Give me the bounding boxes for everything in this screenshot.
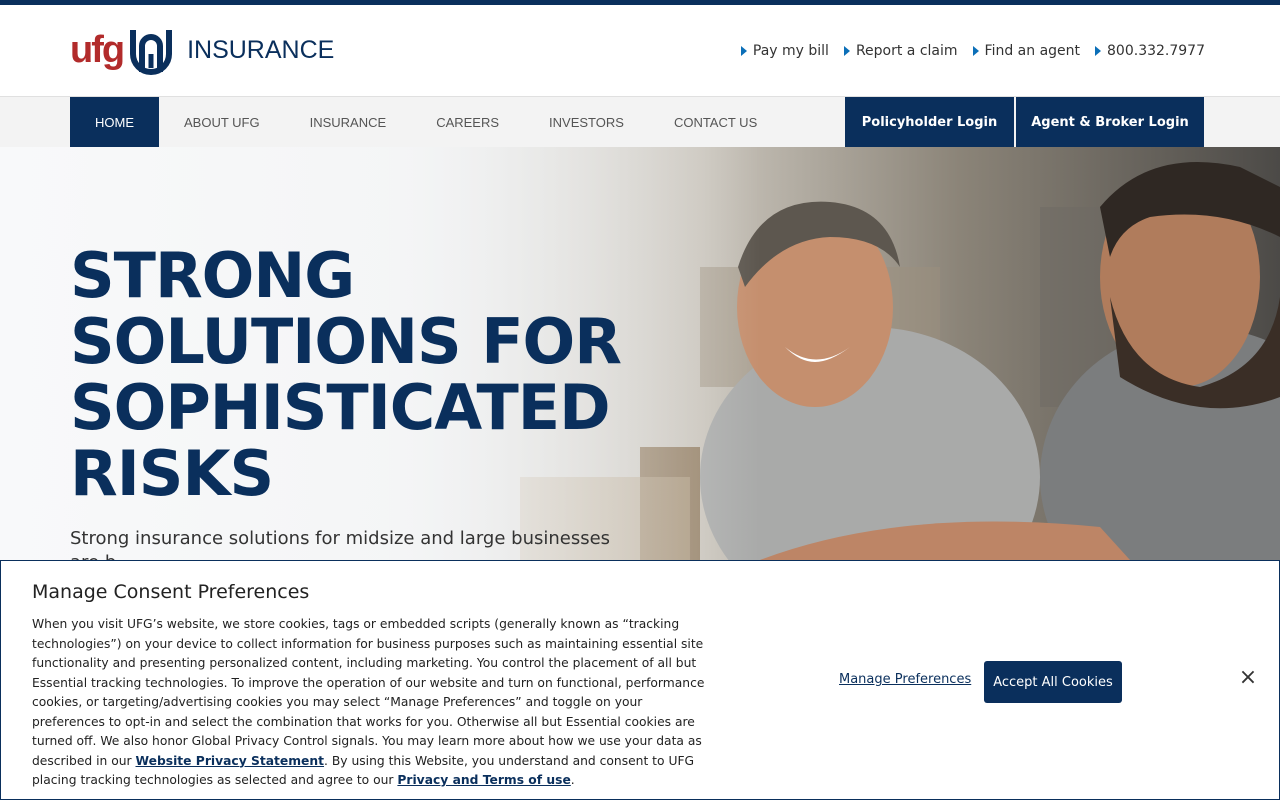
manage-preferences-link[interactable]: Manage Preferences <box>839 672 971 687</box>
pay-bill-link[interactable]: Pay my bill <box>740 43 829 59</box>
agent-broker-login-button[interactable]: Agent & Broker Login <box>1016 97 1204 148</box>
privacy-terms-link[interactable]: Privacy and Terms of use <box>397 773 570 787</box>
hero-title: STRONG SOLUTIONS FOR SOPHISTICATED RISKS <box>70 239 622 510</box>
consent-title: Manage Consent Preferences <box>32 581 310 603</box>
hero-subtitle: Strong insurance solutions for midsize a… <box>70 528 611 560</box>
consent-banner: Manage Consent Preferences When you visi… <box>0 560 1280 800</box>
find-agent-label: Find an agent <box>984 43 1081 59</box>
triangle-arrow-icon <box>1095 46 1102 56</box>
report-claim-label: Report a claim <box>855 43 958 59</box>
accept-all-cookies-button[interactable]: Accept All Cookies <box>984 661 1122 703</box>
consent-text: When you visit UFG’s website, we store c… <box>32 615 712 791</box>
close-icon[interactable]: × <box>1237 667 1259 689</box>
nav-item-about[interactable]: ABOUT UFG <box>159 97 285 147</box>
nav-item-home[interactable]: HOME <box>70 97 159 147</box>
policyholder-login-button[interactable]: Policyholder Login <box>845 97 1014 148</box>
hero-banner: STRONG SOLUTIONS FOR SOPHISTICATED RISKS… <box>0 147 1280 560</box>
phone-link[interactable]: 800.332.7977 <box>1095 43 1205 59</box>
triangle-arrow-icon <box>972 46 979 56</box>
main-nav: HOME ABOUT UFG INSURANCE CAREERS INVESTO… <box>0 96 1280 148</box>
logo-ufg-text: ufg <box>70 29 125 71</box>
triangle-arrow-icon <box>843 46 850 56</box>
nav-item-insurance[interactable]: INSURANCE <box>285 97 412 147</box>
logo-insurance-text: INSURANCE <box>187 35 335 64</box>
nav-items: HOME ABOUT UFG INSURANCE CAREERS INVESTO… <box>70 97 782 147</box>
find-agent-link[interactable]: Find an agent <box>972 43 1081 59</box>
report-claim-link[interactable]: Report a claim <box>843 43 958 59</box>
nav-item-careers[interactable]: CAREERS <box>411 97 524 147</box>
nav-item-contact[interactable]: CONTACT US <box>649 97 782 147</box>
consent-body-1: When you visit UFG’s website, we store c… <box>32 617 705 768</box>
phone-label: 800.332.7977 <box>1107 43 1205 59</box>
utility-links: Pay my bill Report a claim Find an agent… <box>726 43 1205 59</box>
ufg-logo[interactable]: ufg INSURANCE <box>70 25 334 75</box>
ufg-logo-mark-icon <box>130 30 173 75</box>
site-header: ufg INSURANCE Pay my bill Report a claim… <box>0 5 1280 97</box>
consent-body-3: . <box>570 773 575 787</box>
nav-item-investors[interactable]: INVESTORS <box>524 97 649 147</box>
pay-bill-label: Pay my bill <box>752 43 829 59</box>
privacy-statement-link[interactable]: Website Privacy Statement <box>136 754 325 768</box>
triangle-arrow-icon <box>740 46 747 56</box>
